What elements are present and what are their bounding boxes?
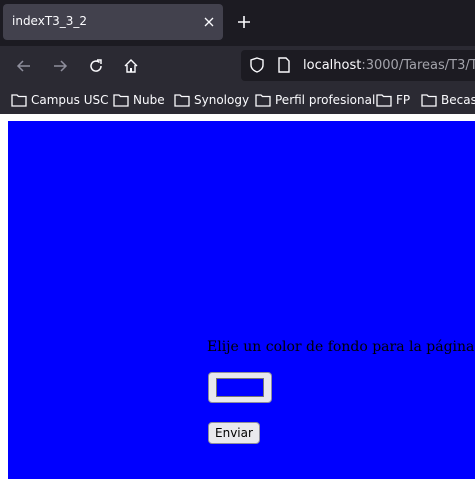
color-picker-input[interactable] bbox=[208, 372, 272, 403]
page-viewport: Elije un color de fondo para la página: … bbox=[0, 114, 475, 479]
page-body: Elije un color de fondo para la página: … bbox=[8, 121, 475, 479]
folder-icon bbox=[11, 94, 27, 107]
tab-bar: indexT3_3_2 bbox=[0, 0, 475, 46]
bookmark-campus-usc[interactable]: Campus USC bbox=[11, 90, 109, 110]
bookmark-perfil-profesional[interactable]: Perfil profesional bbox=[255, 90, 375, 110]
bookmark-nube[interactable]: Nube bbox=[113, 90, 165, 110]
reload-icon[interactable] bbox=[84, 54, 108, 78]
back-icon[interactable] bbox=[12, 54, 36, 78]
folder-icon bbox=[255, 94, 271, 107]
shield-icon[interactable] bbox=[249, 57, 265, 77]
bookmark-synology[interactable]: Synology bbox=[174, 90, 249, 110]
folder-icon bbox=[113, 94, 129, 107]
new-tab-icon[interactable] bbox=[233, 11, 255, 33]
bookmark-becas[interactable]: Becas bbox=[421, 90, 475, 110]
home-icon[interactable] bbox=[119, 54, 143, 78]
color-prompt-label: Elije un color de fondo para la página: bbox=[207, 339, 475, 355]
forward-icon[interactable] bbox=[48, 54, 72, 78]
folder-icon bbox=[376, 94, 392, 107]
folder-icon bbox=[421, 94, 437, 107]
close-icon[interactable] bbox=[199, 12, 219, 32]
tab-active[interactable]: indexT3_3_2 bbox=[3, 4, 223, 40]
bookmarks-toolbar: Campus USC Nube Synology Perfil profesio… bbox=[0, 86, 475, 114]
submit-button[interactable]: Enviar bbox=[208, 422, 260, 444]
color-swatch bbox=[216, 378, 264, 397]
folder-icon bbox=[174, 94, 190, 107]
bookmark-fp[interactable]: FP bbox=[376, 90, 410, 110]
tab-title: indexT3_3_2 bbox=[12, 14, 88, 28]
page-icon[interactable] bbox=[277, 57, 291, 77]
url-text[interactable]: localhost:3000/Tareas/T3/T3_ bbox=[303, 58, 475, 73]
url-bar[interactable]: localhost:3000/Tareas/T3/T3_ bbox=[241, 50, 475, 81]
navigation-toolbar: localhost:3000/Tareas/T3/T3_ bbox=[0, 46, 475, 86]
